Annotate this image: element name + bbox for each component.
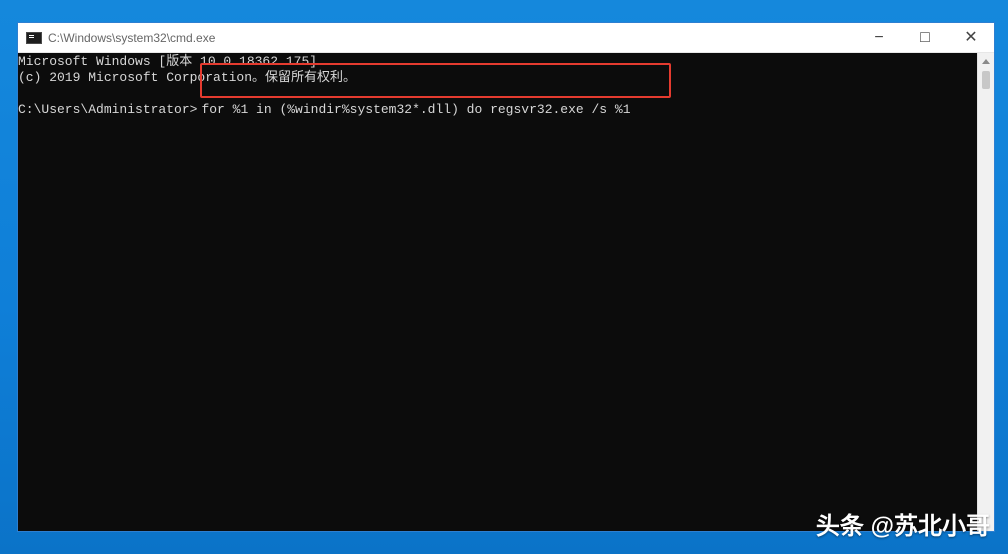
console-line-version: Microsoft Windows [版本 10.0.18362.175] xyxy=(18,54,318,69)
command-line[interactable]: C:\Users\Administrator> for %1 in (%wind… xyxy=(18,102,978,118)
maximize-icon: □ xyxy=(920,29,930,46)
window-controls: − □ ✕ xyxy=(856,23,994,53)
console-output[interactable]: Microsoft Windows [版本 10.0.18362.175] (c… xyxy=(18,53,978,531)
vertical-scrollbar[interactable] xyxy=(977,53,994,531)
close-icon: ✕ xyxy=(964,29,978,46)
cmd-icon xyxy=(26,31,42,44)
close-button[interactable]: ✕ xyxy=(948,23,994,53)
scroll-thumb[interactable] xyxy=(982,71,990,89)
window-titlebar[interactable]: C:\Windows\system32\cmd.exe − □ ✕ xyxy=(18,23,994,53)
console-command[interactable]: for %1 in (%windir%system32*.dll) do reg… xyxy=(201,102,630,118)
console-line-copyright: (c) 2019 Microsoft Corporation。保留所有权利。 xyxy=(18,70,357,85)
window-title: C:\Windows\system32\cmd.exe xyxy=(48,30,216,45)
minimize-button[interactable]: − xyxy=(856,23,902,53)
minimize-icon: − xyxy=(874,29,884,46)
maximize-button[interactable]: □ xyxy=(902,23,948,53)
scroll-up-arrow-icon[interactable] xyxy=(982,59,990,64)
cmd-window: C:\Windows\system32\cmd.exe − □ ✕ Micros… xyxy=(17,22,995,532)
console-prompt: C:\Users\Administrator> xyxy=(18,102,198,117)
